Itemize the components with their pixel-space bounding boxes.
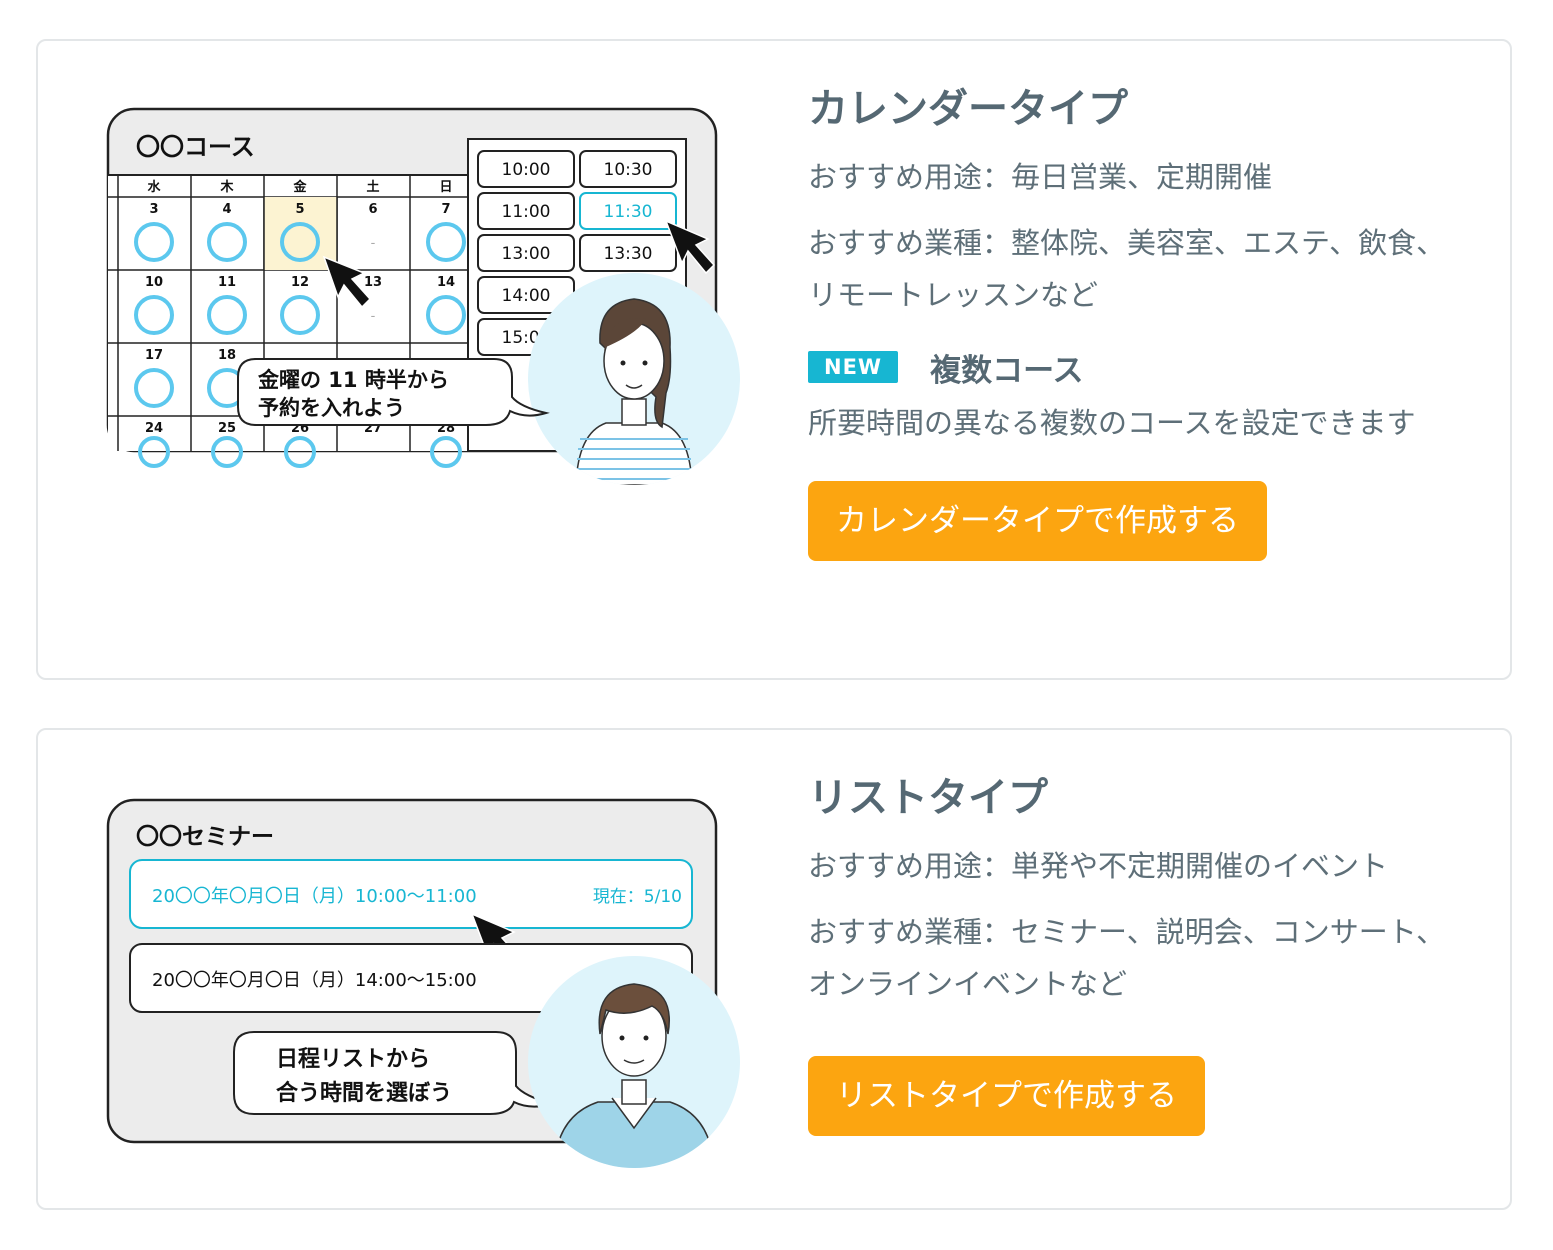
speech-text: 予約を入れよう (258, 396, 405, 420)
time-slot: 13:30 (604, 244, 653, 264)
card-title: カレンダータイプ (808, 86, 1128, 132)
industry-text: おすすめ業種：セミナー、説明会、コンサート、オンラインイベントなど (808, 915, 1446, 1001)
feature-title: 複数コース (930, 352, 1084, 389)
time-slot: 14:00 (502, 286, 551, 306)
date-label: 13 (364, 275, 382, 290)
card-title: リストタイプ (808, 775, 1048, 821)
calendar-illustration-svg: 〇〇コース 水 木 金 土 日 3 4 5 6 7 10 11 12 13 14… (106, 107, 740, 485)
time-slot: 13:00 (502, 244, 551, 264)
use-case-text: おすすめ用途：単発や不定期開催のイベント (808, 849, 1389, 883)
speech-text: 合う時間を選ぼう (276, 1080, 452, 1106)
date-label: 10 (145, 275, 163, 290)
list-illustration: 〇〇セミナー 20〇〇年〇月〇日（月）10:00〜11:00 現在：5/10 2… (106, 798, 746, 1178)
date-label: 17 (145, 348, 163, 363)
unavailable-dash: - (371, 309, 376, 324)
calendar-illustration: 〇〇コース 水 木 金 土 日 3 4 5 6 7 10 11 12 13 14… (106, 107, 746, 487)
create-calendar-type-button[interactable]: カレンダータイプで作成する (808, 481, 1267, 561)
date-label: 3 (149, 202, 158, 217)
date-label: 7 (441, 202, 450, 217)
weekday-label: 土 (366, 179, 379, 195)
weekday-label: 日 (439, 180, 452, 195)
create-list-type-button[interactable]: リストタイプで作成する (808, 1056, 1205, 1136)
date-label: 24 (145, 421, 163, 436)
woman-avatar (528, 273, 740, 485)
time-slot: 10:00 (502, 160, 551, 180)
speech-text: 日程リストから (276, 1047, 430, 1072)
date-label: 25 (218, 421, 236, 436)
time-slot: 10:30 (604, 160, 653, 180)
slot-text: 20〇〇年〇月〇日（月）14:00〜15:00 (152, 970, 477, 991)
new-feature-row: NEW 複数コース (808, 347, 1468, 389)
date-label: 12 (291, 275, 309, 290)
date-label: 14 (437, 275, 455, 290)
calendar-type-card: 〇〇コース 水 木 金 土 日 3 4 5 6 7 10 11 12 13 14… (36, 39, 1512, 680)
seminar-title: 〇〇セミナー (136, 824, 274, 850)
list-type-card: 〇〇セミナー 20〇〇年〇月〇日（月）10:00〜11:00 現在：5/10 2… (36, 728, 1512, 1210)
date-label: 4 (222, 202, 231, 217)
unavailable-dash: - (371, 236, 376, 251)
date-label: 6 (368, 202, 377, 217)
weekday-label: 金 (292, 179, 307, 195)
slot-text-selected: 20〇〇年〇月〇日（月）10:00〜11:00 (152, 886, 477, 907)
speech-text: 金曜の 11 時半から (257, 368, 449, 392)
industry-text: おすすめ業種：整体院、美容室、エステ、飲食、リモートレッスンなど (808, 226, 1446, 312)
list-illustration-svg: 〇〇セミナー 20〇〇年〇月〇日（月）10:00〜11:00 現在：5/10 2… (106, 798, 740, 1168)
date-label: 11 (218, 275, 236, 290)
course-title: 〇〇コース (136, 133, 255, 161)
date-label: 18 (218, 348, 236, 363)
new-badge: NEW (808, 351, 899, 383)
use-case-text: おすすめ用途：毎日営業、定期開催 (808, 160, 1273, 194)
weekday-label: 水 (147, 179, 161, 195)
time-slot-selected: 11:30 (604, 202, 653, 222)
weekday-label: 木 (219, 179, 234, 195)
slot-status: 現在：5/10 (593, 887, 682, 907)
feature-description: 所要時間の異なる複数のコースを設定できます (808, 406, 1416, 440)
list-type-info: リストタイプ おすすめ用途：単発や不定期開催のイベント おすすめ業種：セミナー、… (808, 774, 1468, 1136)
time-slot: 11:00 (502, 202, 551, 222)
calendar-type-info: カレンダータイプ おすすめ用途：毎日営業、定期開催 おすすめ業種：整体院、美容室… (808, 85, 1468, 561)
date-label: 5 (295, 202, 304, 217)
